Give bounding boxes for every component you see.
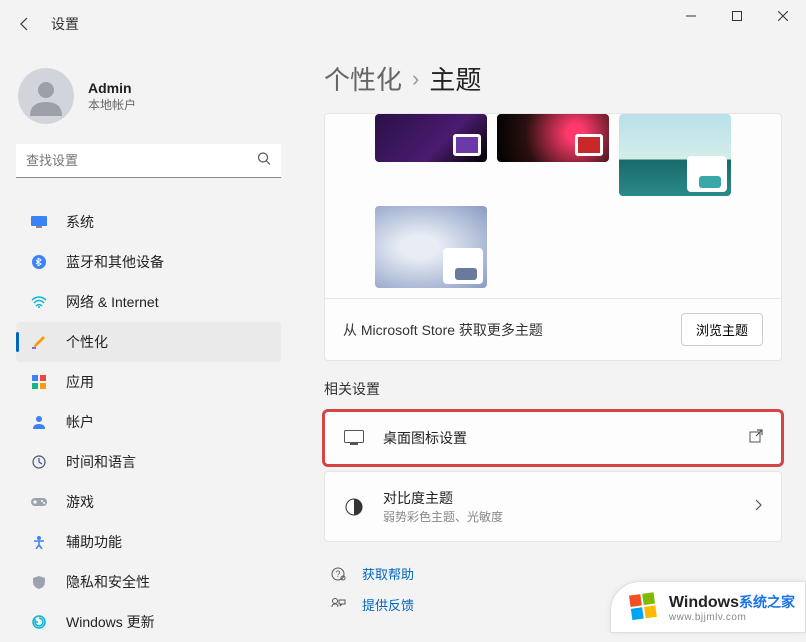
nav-accounts[interactable]: 帐户 bbox=[16, 402, 281, 442]
desktop-icon bbox=[343, 430, 365, 446]
watermark-brand: Windows bbox=[669, 594, 739, 611]
open-external-icon bbox=[749, 429, 763, 448]
nav-label: 个性化 bbox=[66, 332, 108, 352]
help-link-label: 获取帮助 bbox=[362, 564, 414, 583]
setting-title: 对比度主题 bbox=[383, 488, 737, 508]
user-subtitle: 本地帐户 bbox=[88, 96, 136, 113]
feedback-icon bbox=[328, 597, 348, 613]
svg-text:?: ? bbox=[335, 569, 340, 579]
nav-label: 应用 bbox=[66, 372, 94, 392]
avatar bbox=[18, 68, 74, 124]
nav-label: Windows 更新 bbox=[66, 612, 155, 632]
search-input[interactable] bbox=[16, 144, 281, 178]
nav-privacy[interactable]: 隐私和安全性 bbox=[16, 562, 281, 602]
themes-card: 从 Microsoft Store 获取更多主题 浏览主题 bbox=[324, 113, 782, 361]
nav-label: 蓝牙和其他设备 bbox=[66, 252, 164, 272]
contrast-theme-setting[interactable]: 对比度主题 弱势彩色主题、光敏度 bbox=[324, 471, 782, 542]
search-icon[interactable] bbox=[257, 152, 271, 171]
breadcrumb: 个性化 › 主题 bbox=[324, 60, 782, 97]
nav-label: 时间和语言 bbox=[66, 452, 136, 472]
maximize-button[interactable] bbox=[714, 0, 760, 32]
help-icon: ? bbox=[328, 566, 348, 582]
store-row: 从 Microsoft Store 获取更多主题 浏览主题 bbox=[325, 298, 781, 360]
search-box bbox=[16, 144, 281, 178]
breadcrumb-parent[interactable]: 个性化 bbox=[324, 60, 402, 97]
contrast-icon bbox=[343, 498, 365, 516]
nav-system[interactable]: 系统 bbox=[16, 202, 281, 242]
theme-thumbnail[interactable] bbox=[497, 114, 609, 162]
theme-thumbnail[interactable] bbox=[619, 114, 731, 196]
apps-icon bbox=[30, 373, 48, 391]
section-related-title: 相关设置 bbox=[324, 379, 782, 399]
back-button[interactable] bbox=[5, 4, 45, 44]
accessibility-icon bbox=[30, 533, 48, 551]
sidebar: Admin 本地帐户 系统 蓝牙和其他设备 网络 & Internet 个性化 … bbox=[0, 48, 300, 633]
theme-thumbnail[interactable] bbox=[375, 206, 487, 288]
chevron-right-icon bbox=[755, 498, 763, 516]
nav-bluetooth[interactable]: 蓝牙和其他设备 bbox=[16, 242, 281, 282]
nav-list: 系统 蓝牙和其他设备 网络 & Internet 个性化 应用 帐户 时间和语言 bbox=[16, 202, 300, 642]
nav-windows-update[interactable]: Windows 更新 bbox=[16, 602, 281, 642]
chevron-right-icon: › bbox=[412, 66, 419, 92]
nav-label: 辅助功能 bbox=[66, 532, 122, 552]
shield-icon bbox=[30, 573, 48, 591]
theme-thumbnail[interactable] bbox=[375, 114, 487, 162]
window-title: 设置 bbox=[51, 14, 79, 34]
user-block[interactable]: Admin 本地帐户 bbox=[16, 58, 300, 144]
wifi-icon bbox=[30, 293, 48, 311]
update-icon bbox=[30, 613, 48, 631]
desktop-icons-setting[interactable]: 桌面图标设置 bbox=[324, 411, 782, 465]
nav-label: 帐户 bbox=[66, 412, 94, 432]
nav-accessibility[interactable]: 辅助功能 bbox=[16, 522, 281, 562]
browse-themes-button[interactable]: 浏览主题 bbox=[681, 313, 763, 346]
nav-label: 网络 & Internet bbox=[66, 292, 159, 312]
breadcrumb-current: 主题 bbox=[429, 60, 481, 97]
close-button[interactable] bbox=[760, 0, 806, 32]
watermark-suffix: 系统之家 bbox=[739, 594, 795, 610]
monitor-icon bbox=[30, 213, 48, 231]
setting-description: 弱势彩色主题、光敏度 bbox=[383, 508, 737, 525]
nav-time-language[interactable]: 时间和语言 bbox=[16, 442, 281, 482]
bluetooth-icon bbox=[30, 253, 48, 271]
watermark-url: www.bjjmlv.com bbox=[669, 612, 795, 623]
user-name: Admin bbox=[88, 80, 136, 96]
clock-globe-icon bbox=[30, 453, 48, 471]
brush-icon bbox=[30, 333, 48, 351]
store-text: 从 Microsoft Store 获取更多主题 bbox=[343, 320, 543, 340]
nav-network[interactable]: 网络 & Internet bbox=[16, 282, 281, 322]
nav-gaming[interactable]: 游戏 bbox=[16, 482, 281, 522]
minimize-button[interactable] bbox=[668, 0, 714, 32]
feedback-link-label: 提供反馈 bbox=[362, 595, 414, 614]
setting-title: 桌面图标设置 bbox=[383, 428, 731, 448]
main-content: 个性化 › 主题 从 Microsoft Store 获取更多主题 浏览主题 相… bbox=[300, 48, 806, 633]
nav-label: 系统 bbox=[66, 212, 94, 232]
watermark: Windows系统之家 www.bjjmlv.com bbox=[610, 581, 806, 633]
nav-personalization[interactable]: 个性化 bbox=[16, 322, 281, 362]
nav-apps[interactable]: 应用 bbox=[16, 362, 281, 402]
windows-logo-icon bbox=[625, 588, 663, 626]
nav-label: 游戏 bbox=[66, 492, 94, 512]
window-controls bbox=[668, 0, 806, 32]
gamepad-icon bbox=[30, 493, 48, 511]
theme-grid bbox=[325, 114, 781, 298]
title-bar: 设置 bbox=[0, 0, 806, 48]
person-icon bbox=[30, 413, 48, 431]
nav-label: 隐私和安全性 bbox=[66, 572, 150, 592]
